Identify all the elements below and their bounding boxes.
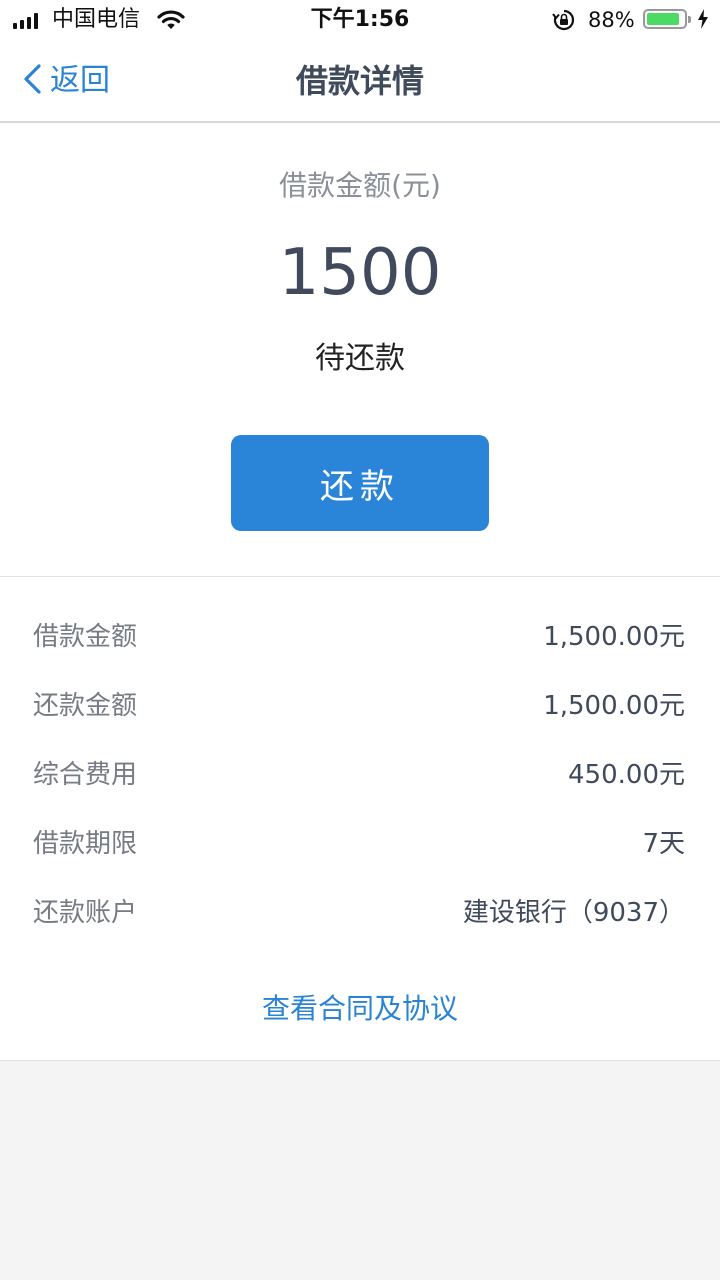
repay-button[interactable]: 还款	[231, 435, 489, 531]
nav-bar: 返回 借款详情	[0, 40, 720, 123]
detail-row-total-fee: 综合费用 450.00元	[33, 752, 685, 792]
detail-label: 综合费用	[33, 759, 138, 790]
detail-value: 1,500.00元	[543, 621, 685, 652]
rotation-lock-icon	[552, 9, 576, 35]
loan-details: 借款金额 1,500.00元 还款金额 1,500.00元 综合费用 450.0…	[0, 577, 720, 1061]
detail-label: 借款金额	[33, 621, 138, 652]
detail-row-loan-term: 借款期限 7天	[33, 821, 685, 861]
detail-row-repay-amount: 还款金额 1,500.00元	[33, 683, 685, 723]
amount-label: 借款金额(元)	[279, 169, 441, 202]
detail-value: 7天	[642, 828, 685, 859]
top-area: 中国电信 下午1:56 88% 返回 借款详情	[0, 0, 720, 123]
battery-icon	[643, 9, 691, 29]
loan-status: 待还款	[315, 341, 405, 376]
detail-label: 还款金额	[33, 690, 138, 721]
loan-summary: 借款金额(元) 1500 待还款 还款	[0, 123, 720, 577]
page-title: 借款详情	[295, 62, 424, 100]
loan-amount: 1500	[278, 236, 442, 310]
detail-row-loan-amount: 借款金额 1,500.00元	[33, 614, 685, 654]
detail-value: 1,500.00元	[543, 690, 685, 721]
charging-icon	[697, 9, 709, 33]
battery-percent: 88%	[588, 8, 635, 32]
detail-row-repay-account: 还款账户 建设银行（9037）	[33, 890, 685, 930]
status-bar: 中国电信 下午1:56 88%	[0, 0, 720, 40]
detail-value: 450.00元	[568, 759, 685, 790]
detail-value: 建设银行（9037）	[462, 897, 685, 928]
detail-label: 借款期限	[33, 828, 138, 859]
view-contract-link[interactable]: 查看合同及协议	[0, 991, 720, 1027]
detail-label: 还款账户	[33, 897, 138, 928]
